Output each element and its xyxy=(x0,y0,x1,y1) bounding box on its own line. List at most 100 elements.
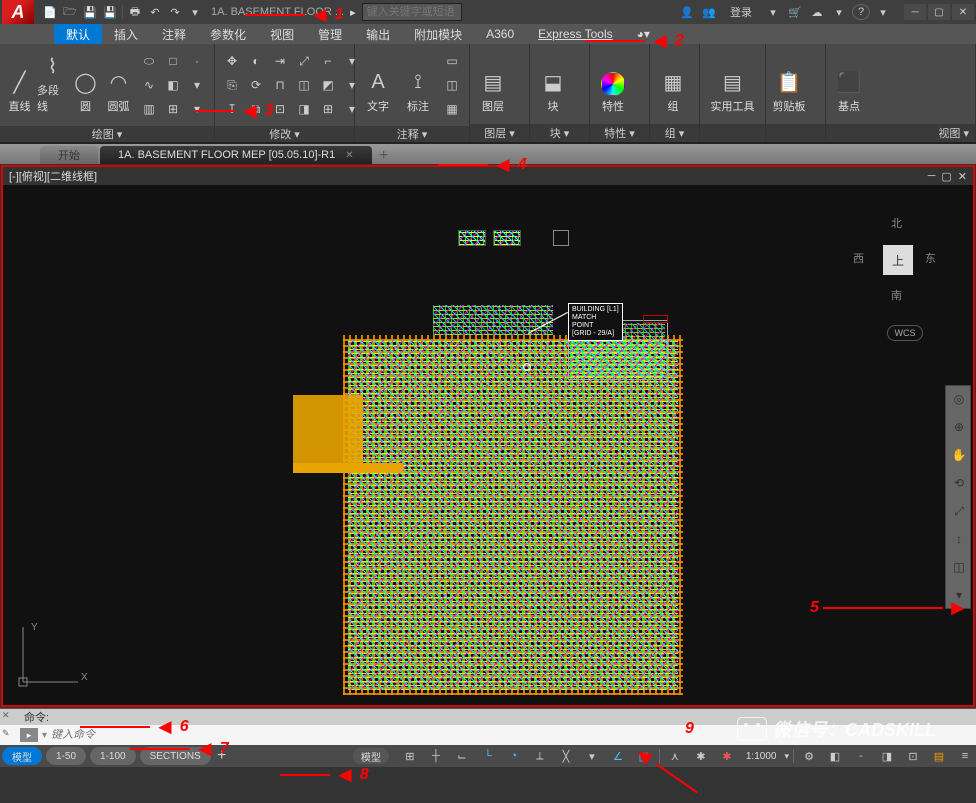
polar-icon[interactable]: ◔ xyxy=(503,747,525,765)
wheel-icon[interactable]: ◎ xyxy=(948,388,970,410)
cart-icon[interactable]: 🛒 xyxy=(786,4,804,20)
search-input[interactable] xyxy=(362,3,462,21)
close-icon[interactable]: ✕ xyxy=(958,170,967,183)
tool-line[interactable]: ╱直线 xyxy=(4,48,35,118)
tool-block[interactable]: ⬓块 xyxy=(534,48,572,118)
hatch-icon[interactable]: ◧ xyxy=(162,74,184,96)
chevron-down-icon[interactable]: ▾ xyxy=(581,747,603,765)
leader-icon[interactable]: ▭ xyxy=(441,50,463,72)
ribbon-label-layer[interactable]: 图层 ▾ xyxy=(470,124,529,142)
rotate-icon[interactable]: ◐ xyxy=(245,50,267,72)
signin-icon[interactable]: 👤 xyxy=(678,4,696,20)
customize-icon[interactable]: ✎ xyxy=(2,728,10,739)
app-logo[interactable]: A xyxy=(2,0,34,24)
close-button[interactable]: ✕ xyxy=(952,4,974,20)
tool-utilities[interactable]: ▤实用工具 xyxy=(704,48,761,118)
cube-top[interactable]: 上 xyxy=(883,245,913,275)
chevron-down-icon[interactable]: ▾ xyxy=(186,98,208,120)
qat-undo-icon[interactable]: ↶ xyxy=(145,3,165,21)
pan-icon[interactable]: ✋ xyxy=(948,444,970,466)
login-label[interactable]: 登录 xyxy=(730,4,752,20)
tool-text[interactable]: A文字 xyxy=(359,48,397,118)
layout-tab-1-100[interactable]: 1-100 xyxy=(90,747,136,765)
tool-clipboard[interactable]: 📋剪贴板 xyxy=(770,48,808,118)
viewport-header[interactable]: [-][俯视][二维线框] ─▢✕ xyxy=(3,167,973,185)
otrack-icon[interactable]: ∠ xyxy=(607,747,629,765)
dot-icon[interactable]: · xyxy=(186,50,208,72)
ribbon-label-group[interactable]: 组 ▾ xyxy=(650,124,699,142)
menu-default[interactable]: 默认 xyxy=(54,24,102,44)
qat-save-icon[interactable]: 💾 xyxy=(80,3,100,21)
workspace-icon[interactable]: ◧ xyxy=(824,747,846,765)
a360-icon[interactable]: ☁ xyxy=(808,4,826,20)
fillet-icon[interactable]: ⌐ xyxy=(317,50,339,72)
snapmode-icon[interactable]: ┼ xyxy=(425,747,447,765)
add-tab-icon[interactable]: + xyxy=(376,148,392,164)
qat-new-icon[interactable]: 📄 xyxy=(40,3,60,21)
explode-icon[interactable]: ⊡ xyxy=(269,98,291,120)
chamfer-icon[interactable]: ◩ xyxy=(317,74,339,96)
drawing-canvas[interactable]: BUILDING [L1] MATCH POINT [GRID - 29/A] … xyxy=(3,185,973,705)
maximize-button[interactable]: ▢ xyxy=(928,4,950,20)
zoom2-icon[interactable]: ↕ xyxy=(948,528,970,550)
region-icon[interactable]: ▥ xyxy=(138,98,160,120)
ribbon-label-props[interactable]: 特性 ▾ xyxy=(590,124,649,142)
menu-manage[interactable]: 管理 xyxy=(306,24,354,44)
isolate-icon[interactable]: ⊡ xyxy=(902,747,924,765)
filetab-start[interactable]: 开始 xyxy=(40,146,98,164)
chevron-down-icon[interactable]: ▾ xyxy=(784,751,789,762)
qat-print-icon[interactable]: 🖶 xyxy=(125,3,145,21)
ortho-icon[interactable]: └ xyxy=(477,747,499,765)
scale-icon[interactable]: ⧉ xyxy=(245,98,267,120)
isodraft-icon[interactable]: ⟂ xyxy=(529,747,551,765)
filetab-drawing[interactable]: 1A. BASEMENT FLOOR MEP [05.05.10]-R1✕ xyxy=(100,146,372,164)
grid-icon[interactable]: ⊞ xyxy=(399,747,421,765)
layout-tab-sections[interactable]: SECTIONS xyxy=(140,747,211,765)
qat-open-icon[interactable]: 🗁 xyxy=(60,3,80,21)
cycling-icon[interactable]: ✱ xyxy=(690,747,712,765)
chevron-down-icon[interactable]: ▾ xyxy=(186,74,208,96)
gear-icon[interactable]: ⚙ xyxy=(798,747,820,765)
minimize-icon[interactable]: ─ xyxy=(928,170,936,183)
copy-icon[interactable]: ⎘ xyxy=(221,74,243,96)
ribbon-label-block[interactable]: 块 ▾ xyxy=(530,124,589,142)
chevron-down-icon[interactable]: ▾ xyxy=(874,4,892,20)
ribbon-label-view[interactable]: 视图 ▾ xyxy=(826,124,975,142)
break-icon[interactable]: ⊞ xyxy=(317,98,339,120)
close-icon[interactable]: ✕ xyxy=(2,710,10,721)
lwt-icon[interactable]: ◫ xyxy=(633,747,655,765)
menu-express[interactable]: Express Tools xyxy=(526,24,624,44)
ribbon-label-annotate[interactable]: 注释 ▾ xyxy=(355,126,469,142)
extent-icon[interactable]: ⤢ xyxy=(948,500,970,522)
qat-dropdown-icon[interactable]: ▾ xyxy=(185,3,205,21)
offset-icon[interactable]: ⊓ xyxy=(269,74,291,96)
minimize-button[interactable]: ─ xyxy=(904,4,926,20)
tool-layer[interactable]: ▤图层 xyxy=(474,48,512,118)
trim-icon[interactable]: ⇥ xyxy=(269,50,291,72)
close-icon[interactable]: ✕ xyxy=(345,150,353,161)
ribbon-label-modify[interactable]: 修改 ▾ xyxy=(215,126,354,142)
extend-icon[interactable]: ⤢ xyxy=(293,50,315,72)
menu-annotate[interactable]: 注释 xyxy=(150,24,198,44)
layout-tab-1-50[interactable]: 1-50 xyxy=(46,747,86,765)
add-layout-icon[interactable]: + xyxy=(213,747,231,765)
tool-group[interactable]: ▦组 xyxy=(654,48,692,118)
command-prompt-icon[interactable]: ▸ xyxy=(20,728,38,742)
spline-icon[interactable]: ∿ xyxy=(138,74,160,96)
plus-icon[interactable]: ◨ xyxy=(876,747,898,765)
wcs-badge[interactable]: WCS xyxy=(887,325,923,341)
table2-icon[interactable]: ◫ xyxy=(441,74,463,96)
exchange-icon[interactable]: ▾ xyxy=(764,4,782,20)
chevron-down-icon[interactable]: ▾ xyxy=(830,4,848,20)
menu-view[interactable]: 视图 xyxy=(258,24,306,44)
orbit-icon[interactable]: ⟲ xyxy=(948,472,970,494)
qat-redo-icon[interactable]: ↷ xyxy=(165,3,185,21)
ellipse-icon[interactable]: ⬭ xyxy=(138,50,160,72)
menu-extra-icon[interactable]: ◕▾ xyxy=(625,24,662,44)
menu-addins[interactable]: 附加模块 xyxy=(402,24,474,44)
tool-polyline[interactable]: ⌇多段线 xyxy=(37,48,68,118)
annomonitor-icon[interactable]: ✱ xyxy=(716,747,738,765)
help-icon[interactable]: ? xyxy=(852,4,870,20)
tool-properties[interactable]: 特性 xyxy=(594,48,632,118)
layout-tab-model[interactable]: 模型 xyxy=(2,747,42,765)
